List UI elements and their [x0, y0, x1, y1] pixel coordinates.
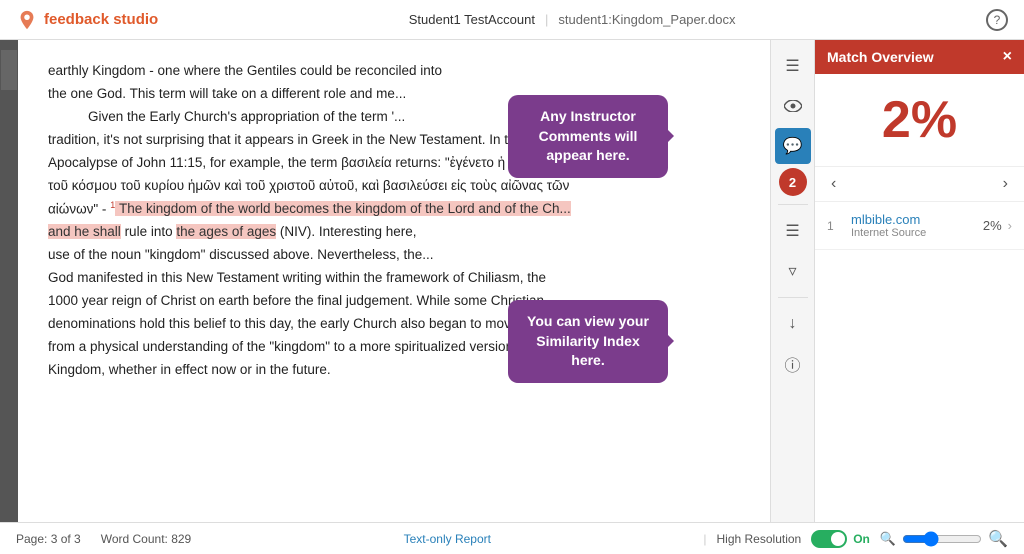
zoom-control: 🔍 🔍 — [880, 529, 1008, 549]
toolbar-separator-1 — [778, 204, 808, 205]
list-button[interactable]: ☰ — [775, 213, 811, 249]
left-tab[interactable] — [1, 50, 17, 90]
high-resolution-label: High Resolution — [717, 532, 802, 546]
zoom-in-icon[interactable]: 🔍 — [988, 529, 1008, 549]
header-divider: | — [545, 12, 548, 27]
eye-button[interactable] — [775, 88, 811, 124]
match-item-chevron: › — [1008, 218, 1012, 233]
match-overview-header: Match Overview × — [815, 40, 1024, 74]
footer: Page: 3 of 3 Word Count: 829 Text-only R… — [0, 522, 1024, 554]
eye-icon — [784, 100, 802, 112]
toolbar-separator-2 — [778, 297, 808, 298]
match-item[interactable]: 1 mlbible.com Internet Source 2% › — [815, 202, 1024, 250]
layers-button[interactable]: ☰ — [775, 48, 811, 84]
logo-icon — [16, 9, 38, 31]
match-item-info: mlbible.com Internet Source — [851, 212, 977, 239]
match-overview-title: Match Overview — [827, 49, 934, 65]
logo-text: feedback studio — [44, 11, 158, 28]
tooltip-similarity-index: You can view your Similarity Index here. — [508, 300, 668, 383]
comments-button[interactable]: 💬 — [775, 128, 811, 164]
match-percentage: 2% — [815, 74, 1024, 167]
match-overview-close[interactable]: × — [1003, 48, 1012, 66]
highlighted-text-3: the ages of ages — [176, 224, 276, 239]
match-source-name: mlbible.com — [851, 212, 977, 227]
text-line-9: use of the noun "kingdom" discussed abov… — [48, 244, 740, 267]
text-line-10: God manifested in this New Testament wri… — [48, 267, 740, 290]
main-layout: earthly Kingdom - one where the Gentiles… — [0, 40, 1024, 522]
header-left: feedback studio — [16, 9, 158, 31]
text-line-7: αἰώνων" - 1 The kingdom of the world bec… — [48, 198, 740, 221]
help-button[interactable]: ? — [986, 9, 1008, 31]
high-resolution-toggle[interactable] — [811, 530, 847, 548]
filter-button[interactable]: ▿ — [775, 253, 811, 289]
toggle-container: On — [811, 530, 870, 548]
info-button[interactable]: ⓘ — [775, 346, 811, 382]
match-overview-panel: Match Overview × 2% ‹ › 1 mlbible.com In… — [814, 40, 1024, 522]
header-center: Student1 TestAccount | student1:Kingdom_… — [409, 12, 736, 27]
match-nav: ‹ › — [815, 167, 1024, 202]
text-line-8: and he shall rule into the ages of ages … — [48, 221, 740, 244]
header-right: ? — [986, 9, 1008, 31]
student-name: Student1 TestAccount — [409, 12, 535, 27]
match-nav-prev[interactable]: ‹ — [825, 173, 842, 195]
document-area: earthly Kingdom - one where the Gentiles… — [18, 40, 770, 522]
word-count: Word Count: 829 — [101, 532, 192, 546]
match-list: 1 mlbible.com Internet Source 2% › — [815, 202, 1024, 522]
zoom-slider[interactable] — [902, 531, 982, 547]
match-item-percentage: 2% — [983, 218, 1002, 233]
footer-right: | High Resolution On 🔍 🔍 — [703, 529, 1008, 549]
toggle-knob — [831, 532, 845, 546]
tooltip-instructor-comments: Any Instructor Comments will appear here… — [508, 95, 668, 178]
match-source-type: Internet Source — [851, 227, 977, 239]
header: feedback studio Student1 TestAccount | s… — [0, 0, 1024, 40]
text-line-6: τοῦ κόσμου τοῦ κυρίου ἡμῶν καὶ τοῦ χριστ… — [48, 175, 740, 198]
footer-divider: | — [703, 532, 706, 546]
text-line-1: earthly Kingdom - one where the Gentiles… — [48, 60, 740, 83]
text-only-report-link[interactable]: Text-only Report — [404, 532, 491, 546]
highlighted-text-1: The kingdom of the world becomes the kin… — [115, 201, 571, 216]
toggle-label: On — [853, 532, 870, 546]
similarity-button[interactable]: 2 — [779, 168, 807, 196]
app-logo: feedback studio — [16, 9, 158, 31]
download-button[interactable]: ↓ — [775, 306, 811, 342]
page-info: Page: 3 of 3 — [16, 532, 81, 546]
footer-left: Page: 3 of 3 Word Count: 829 — [16, 532, 191, 546]
right-toolbar: ☰ 💬 2 ☰ ▿ ↓ ⓘ — [770, 40, 814, 522]
match-nav-next[interactable]: › — [997, 173, 1014, 195]
filename: student1:Kingdom_Paper.docx — [558, 12, 735, 27]
zoom-out-icon[interactable]: 🔍 — [880, 531, 896, 547]
highlighted-text-2: and he shall — [48, 224, 121, 239]
left-sidebar — [0, 40, 18, 522]
match-item-num: 1 — [827, 219, 843, 233]
